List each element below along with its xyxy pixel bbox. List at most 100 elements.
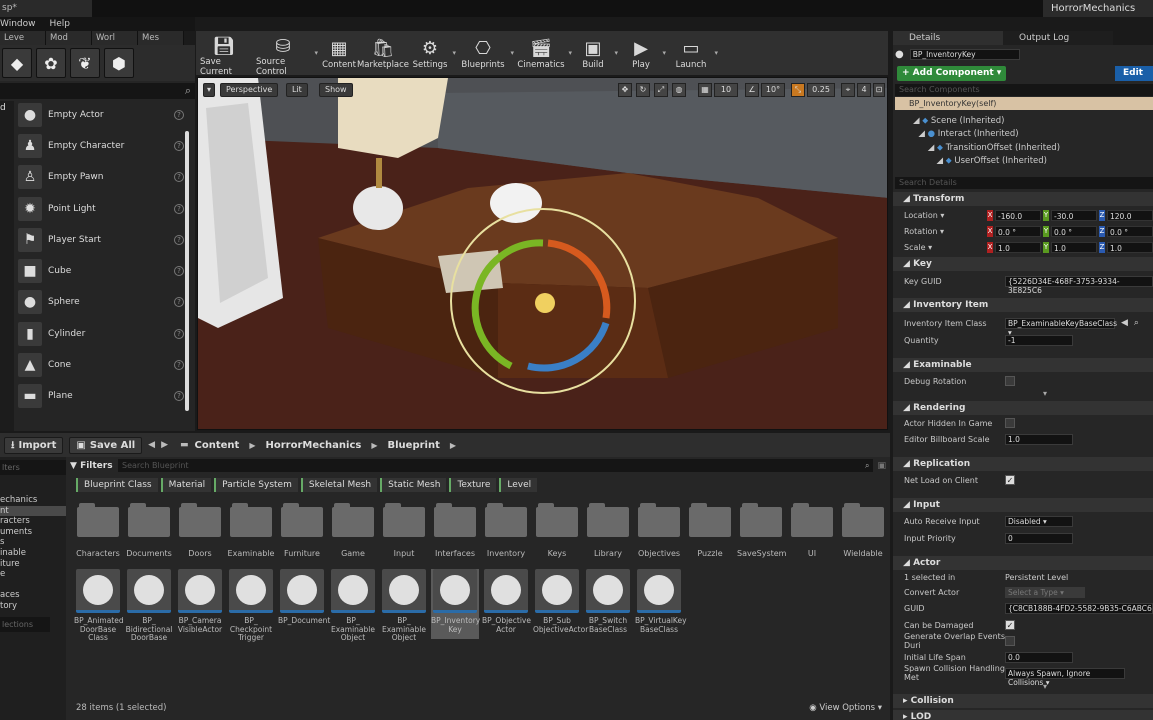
spawn-collision-dropdown[interactable]: Always Spawn, Ignore Collisions ▾ [1005, 667, 1125, 687]
tree-item[interactable]: inable [0, 548, 66, 559]
billboard-scale-field[interactable]: 1.0 [1005, 433, 1073, 445]
search-components-input[interactable]: Search Components [895, 84, 1153, 96]
menu-help[interactable]: Help [50, 17, 71, 31]
asset-item[interactable]: BP_ Bidirectional DoorBase [125, 569, 173, 643]
settings-icon[interactable]: ▣ [877, 461, 886, 471]
camera-speed-value[interactable]: 4 [857, 83, 871, 97]
tab-output-log[interactable]: Output Log [1003, 31, 1113, 45]
folder-item[interactable]: Doors [176, 503, 224, 558]
folder-item[interactable]: Input [380, 503, 428, 558]
build-button[interactable]: ▣ Build ▾ [572, 31, 618, 75]
net-load-checkbox[interactable]: ✓ [1005, 475, 1015, 485]
actor-item[interactable]: ▬ Plane? [18, 382, 184, 410]
view-options-button[interactable]: ◉ View Options ▾ [809, 703, 882, 713]
tab-world[interactable]: Worl [92, 31, 138, 45]
component-interact[interactable]: ◢ ● Interact (Inherited) [913, 129, 1018, 139]
actor-item[interactable]: ♟ Empty Character? [18, 132, 184, 160]
folder-item[interactable]: Examinable [227, 503, 275, 558]
breadcrumb-blueprint[interactable]: Blueprint [388, 440, 440, 451]
section-lod[interactable]: ▸ LOD [893, 710, 1153, 720]
asset-item[interactable]: BP_ Checkpoint Trigger [227, 569, 275, 643]
actor-item[interactable]: ♙ Empty Pawn? [18, 163, 184, 191]
forward-icon[interactable]: ▶ [161, 440, 168, 450]
tab-modes[interactable]: Mod [46, 31, 92, 45]
tab-details[interactable]: Details [893, 31, 1003, 45]
scale-x[interactable]: 1.0 [995, 241, 1041, 253]
chevron-right-icon[interactable]: ▶ [450, 441, 456, 450]
arrow-left-icon[interactable]: ◀ [1121, 318, 1128, 328]
section-actor[interactable]: ◢ Actor [893, 556, 1153, 570]
folder-item[interactable]: Furniture [278, 503, 326, 558]
location-x[interactable]: -160.0 [995, 209, 1041, 221]
actor-item[interactable]: ▮ Cylinder? [18, 320, 184, 348]
actor-guid-field[interactable]: {C8CB188B-4FD2-5582-9B35-C6ABC6 [1005, 602, 1153, 614]
component-self-row[interactable]: BP_InventoryKey(self) [895, 97, 1153, 110]
scale-label[interactable]: Scale ▾ [893, 243, 987, 252]
help-icon[interactable]: ? [174, 235, 184, 245]
modes-search[interactable]: ⌕ [0, 83, 195, 99]
folder-item[interactable]: Characters [74, 503, 122, 558]
edit-blueprint-button[interactable]: Edit [1115, 66, 1153, 81]
folder-item[interactable]: Wieldable [839, 503, 887, 558]
tree-item[interactable] [0, 580, 66, 591]
help-icon[interactable]: ? [174, 360, 184, 370]
section-inventory-item[interactable]: ◢ Inventory Item [893, 298, 1153, 312]
folder-item[interactable]: Game [329, 503, 377, 558]
inventory-class-dropdown[interactable]: BP_ExaminableKeyBaseClass ▾ [1005, 317, 1117, 337]
import-button[interactable]: ⭳ Import [4, 436, 64, 454]
folder-item[interactable]: Inventory [482, 503, 530, 558]
tab-mesh[interactable]: Mes [138, 31, 184, 45]
move-icon[interactable]: ✥ [618, 83, 632, 97]
tree-item[interactable]: echanics [0, 495, 66, 506]
help-icon[interactable]: ? [174, 391, 184, 401]
filters-dropdown[interactable]: ▼ Filters [70, 461, 114, 471]
viewport-menu-button[interactable]: ▾ [203, 83, 215, 97]
actor-item[interactable]: ● Empty Actor? [18, 101, 184, 129]
actor-name-field[interactable]: BP_InventoryKey [909, 49, 1020, 60]
help-icon[interactable]: ? [174, 110, 184, 120]
component-scene[interactable]: ◢ ⬥ Scene (Inherited) [913, 116, 1004, 126]
tree-item[interactable]: racters [0, 516, 66, 527]
asset-item[interactable]: BP_VirtualKey BaseClass [635, 569, 687, 634]
asset-item[interactable]: BP_Switch BaseClass [584, 569, 632, 634]
scale-snap-icon[interactable]: ⤡ [791, 83, 805, 97]
rotation-snap-icon[interactable]: ∠ [745, 83, 759, 97]
marketplace-button[interactable]: 🛍︎ Marketplace [357, 31, 409, 75]
filter-chip[interactable]: Skeletal Mesh [300, 478, 378, 492]
asset-item[interactable]: BP_Animated DoorBase Class [74, 569, 124, 643]
asset-search-input[interactable]: Search Blueprint ⌕ [118, 459, 874, 472]
help-icon[interactable]: ? [174, 172, 184, 182]
folder-search[interactable]: lters [0, 460, 66, 475]
actor-hidden-checkbox[interactable] [1005, 418, 1015, 428]
blueprints-button[interactable]: ⎔ Blueprints ▾ [456, 31, 514, 75]
actor-item[interactable]: ▲ Cone? [18, 351, 184, 379]
content-button[interactable]: ▦ Content [320, 31, 358, 75]
maximize-icon[interactable]: ⊡ [873, 83, 885, 97]
help-icon[interactable]: ? [174, 266, 184, 276]
asset-item[interactable]: BP_ Examinable Object [329, 569, 377, 643]
breadcrumb-horrormechanics[interactable]: HorrorMechanics [265, 440, 361, 451]
section-rendering[interactable]: ◢ Rendering [893, 401, 1153, 415]
quantity-field[interactable]: -1 [1005, 334, 1073, 346]
section-examinable[interactable]: ◢ Examinable [893, 358, 1153, 372]
tree-item[interactable]: uments [0, 527, 66, 538]
scale-snap-value[interactable]: 0.25 [807, 83, 835, 97]
filter-chip[interactable]: Level [499, 478, 538, 492]
can-be-damaged-checkbox[interactable]: ✓ [1005, 620, 1015, 630]
tree-item[interactable]: tory [0, 601, 66, 612]
world-icon[interactable]: ◍ [672, 83, 686, 97]
add-component-button[interactable]: + Add Component ▾ [897, 66, 1007, 81]
tree-item[interactable]: aces [0, 590, 66, 601]
location-z[interactable]: 120.0 [1107, 209, 1153, 221]
generate-overlap-checkbox[interactable] [1005, 636, 1015, 646]
key-guid-field[interactable]: {5226D34E-468F-3753-9334-3E825C6 [1005, 275, 1153, 295]
help-icon[interactable]: ? [174, 297, 184, 307]
rotation-snap-value[interactable]: 10° [761, 83, 785, 97]
tab-levels[interactable]: Leve [0, 31, 46, 45]
section-transform[interactable]: ◢ Transform [893, 192, 1153, 206]
asset-item[interactable]: BP_ Examinable Object [380, 569, 428, 643]
folder-item[interactable]: SaveSystem [737, 503, 786, 558]
launch-button[interactable]: ▭ Launch ▾ [668, 31, 718, 75]
filter-chip[interactable]: Blueprint Class [76, 478, 158, 492]
source-control-button[interactable]: ⛁ Source Control ▾ [252, 31, 318, 77]
